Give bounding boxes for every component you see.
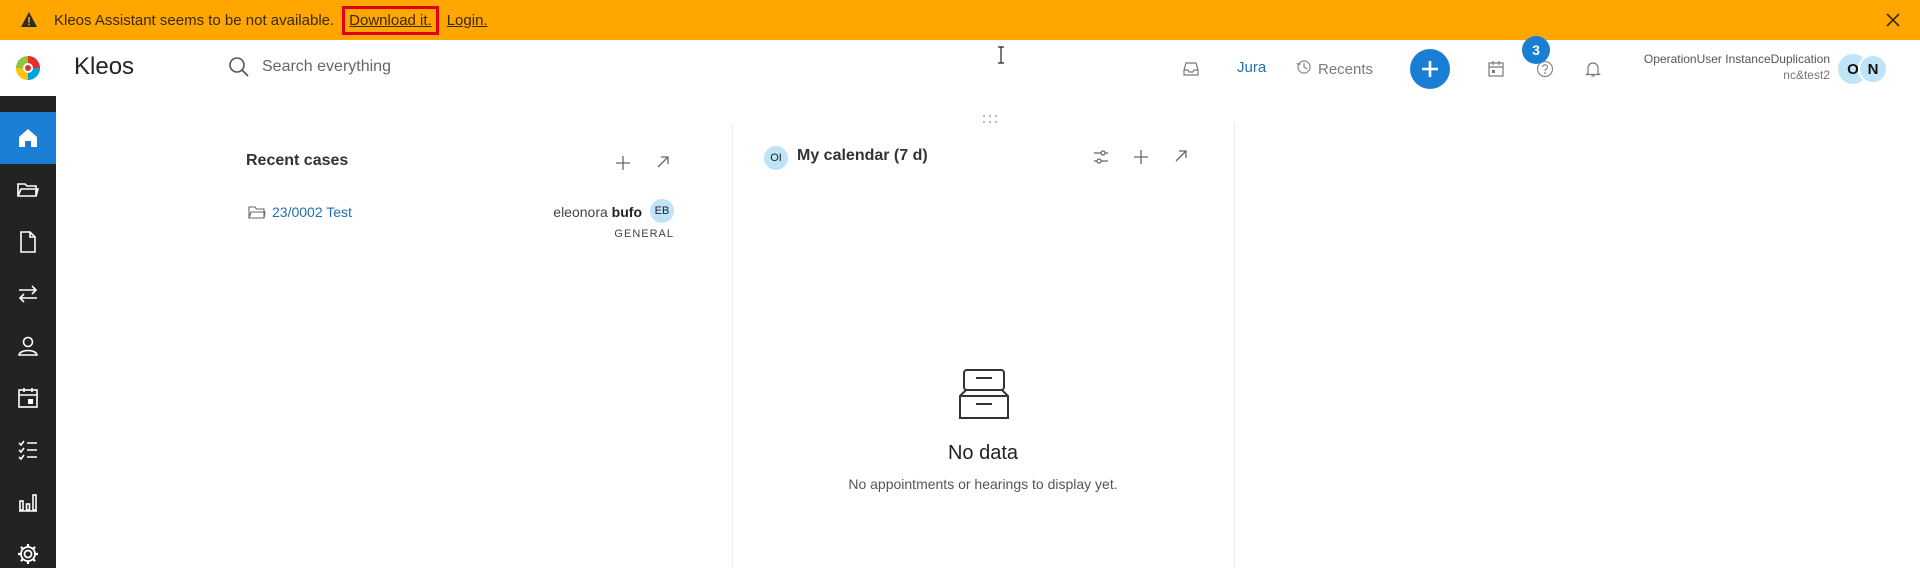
inbox-icon[interactable] xyxy=(1182,60,1200,78)
sidebar-item-home[interactable] xyxy=(0,112,56,164)
user-name[interactable]: OperationUser InstanceDuplication xyxy=(1644,52,1830,66)
add-appointment-icon[interactable] xyxy=(1132,148,1150,166)
sidebar-item-contacts[interactable] xyxy=(0,320,56,372)
avatar: OI xyxy=(764,146,788,170)
app-header: Kleos Jura Recents 3 OperationUser Insta… xyxy=(0,36,1920,96)
checklist-icon xyxy=(18,440,37,461)
app-logo-icon[interactable] xyxy=(14,54,42,82)
recent-cases-title: Recent cases xyxy=(246,152,349,169)
download-link[interactable]: Download it. xyxy=(342,5,439,35)
drag-handle-icon[interactable] xyxy=(974,112,1006,124)
panel-divider xyxy=(732,124,733,568)
empty-drawer-icon xyxy=(956,366,1012,422)
sidebar xyxy=(0,96,56,568)
plus-icon xyxy=(1422,61,1438,77)
close-icon[interactable] xyxy=(1884,11,1902,29)
add-case-icon[interactable] xyxy=(614,154,632,172)
empty-state-message: No appointments or hearings to display y… xyxy=(848,476,1118,492)
transfer-icon xyxy=(18,285,38,303)
dashboard: Recent cases 23/0002 Test eleonora bufo … xyxy=(56,96,1920,568)
table-row: 23/0002 Test eleonora bufo EB GENERAL xyxy=(246,199,676,248)
recents-label: Recents xyxy=(1318,60,1374,78)
sidebar-item-cases[interactable] xyxy=(0,164,56,216)
sidebar-item-calendar[interactable] xyxy=(0,372,56,424)
expand-icon[interactable] xyxy=(654,153,672,171)
folder-icon xyxy=(17,183,40,197)
login-link[interactable]: Login. xyxy=(447,12,488,29)
sidebar-item-tasks[interactable] xyxy=(0,424,56,476)
help-badge: 3 xyxy=(1522,36,1550,64)
sidebar-item-reports[interactable] xyxy=(0,476,56,528)
sidebar-item-documents[interactable] xyxy=(0,216,56,268)
add-button[interactable] xyxy=(1410,49,1450,89)
app-brand: Kleos xyxy=(74,53,135,80)
panel-divider xyxy=(1234,124,1235,568)
sidebar-item-settings[interactable] xyxy=(0,528,56,580)
person-icon xyxy=(18,336,38,356)
banner-message: Kleos Assistant seems to be not availabl… xyxy=(54,11,335,29)
bar-chart-icon xyxy=(19,494,37,512)
calendar-title: My calendar (7 d) xyxy=(797,147,928,164)
filter-icon[interactable] xyxy=(1092,148,1110,166)
avatar: EB xyxy=(650,199,674,223)
text-cursor-icon xyxy=(996,46,1006,64)
warning-icon xyxy=(20,11,38,29)
home-icon xyxy=(19,129,37,147)
history-icon xyxy=(1296,59,1312,79)
warning-banner: Kleos Assistant seems to be not availabl… xyxy=(0,0,1920,40)
avatar[interactable]: N xyxy=(1858,54,1888,84)
owner-first-name: eleonora xyxy=(553,204,608,220)
calendar-icon[interactable] xyxy=(1487,60,1505,78)
owner-last-name: bufo xyxy=(611,204,642,220)
bell-icon[interactable] xyxy=(1584,60,1602,78)
case-owner: eleonora bufo xyxy=(553,204,642,220)
empty-state-title: No data xyxy=(947,442,1019,464)
case-type-tag: GENERAL xyxy=(614,228,674,240)
document-icon xyxy=(20,231,36,253)
case-link[interactable]: 23/0002 Test xyxy=(272,204,352,220)
calendar-icon xyxy=(18,388,38,408)
expand-icon[interactable] xyxy=(1172,147,1190,165)
folder-icon xyxy=(248,204,266,220)
search-icon xyxy=(228,56,250,78)
gear-icon xyxy=(18,544,38,564)
jura-link[interactable]: Jura xyxy=(1237,59,1266,76)
user-instance: nc&test2 xyxy=(1783,68,1830,82)
recents-button[interactable]: Recents xyxy=(1296,59,1373,79)
sidebar-item-transfers[interactable] xyxy=(0,268,56,320)
search-input[interactable] xyxy=(262,52,862,82)
